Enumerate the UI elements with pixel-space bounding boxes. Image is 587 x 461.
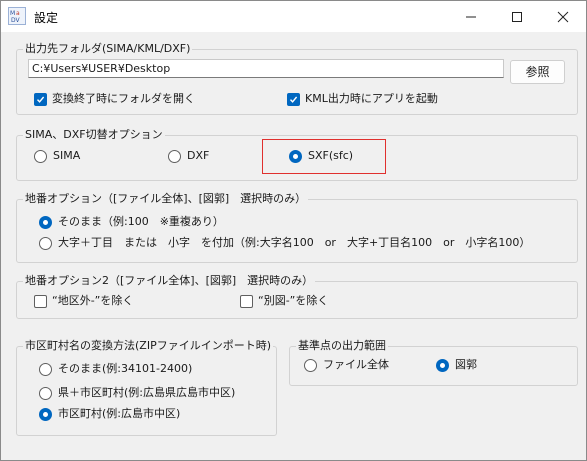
window-title: 設定 — [34, 11, 59, 25]
reference-whole-file-radio[interactable]: ファイル全体 — [304, 357, 389, 373]
lot-as-is-radio[interactable]: そのまま（例:100 ※重複あり） — [39, 214, 224, 230]
output-folder-group-label: 出力先フォルダ(SIMA/KML/DXF) — [23, 41, 193, 57]
checkbox-unchecked-icon — [34, 294, 47, 308]
lot-option-group-label: 地番オプション（[ファイル全体]、[図郭] 選択時のみ） — [23, 191, 309, 207]
dxf-radio[interactable]: DXF — [168, 148, 209, 164]
close-icon — [557, 11, 569, 23]
sima-radio-label: SIMA — [53, 149, 81, 162]
minimize-icon — [466, 16, 476, 18]
checkbox-unchecked-icon — [240, 294, 253, 308]
svg-text:M: M — [10, 10, 15, 17]
title-bar: M a DV 設定 — [1, 1, 586, 32]
output-path-input[interactable]: C:¥Users¥USER¥Desktop — [28, 59, 504, 78]
reference-whole-file-label: ファイル全体 — [323, 358, 389, 371]
settings-window: M a DV 設定 出力先フォルダ(SIMA/KML/DXF) C:¥Users… — [0, 0, 587, 461]
radio-unselected-icon — [304, 358, 317, 372]
lot-add-prefix-label: 大字＋丁目 または 小字 を付加（例:大字名100 or 大字+丁目名100 o… — [58, 236, 531, 249]
exclude-outside-district-label: “地区外-”を除く — [52, 294, 134, 307]
radio-unselected-icon — [34, 149, 47, 163]
radio-selected-icon — [436, 358, 449, 372]
kml-launch-app-checkbox[interactable]: KML出力時にアプリを起動 — [287, 91, 438, 107]
lot-as-is-label: そのまま（例:100 ※重複あり） — [58, 215, 224, 228]
radio-selected-icon — [39, 407, 52, 421]
svg-text:a: a — [16, 10, 20, 17]
radio-selected-icon — [39, 215, 52, 229]
lot-number-option-group: 地番オプション（[ファイル全体]、[図郭] 選択時のみ） — [16, 191, 578, 263]
exclude-separate-map-label: “別図-”を除く — [258, 294, 329, 307]
lot-add-prefix-radio[interactable]: 大字＋丁目 または 小字 を付加（例:大字名100 or 大字+丁目名100 o… — [39, 235, 530, 251]
maximize-icon — [512, 12, 522, 22]
radio-unselected-icon — [39, 362, 52, 376]
open-folder-label: 変換終了時にフォルダを開く — [52, 92, 195, 105]
reference-map-frame-label: 図郭 — [455, 358, 477, 371]
sxf-sfc-radio[interactable]: SXF(sfc) — [289, 148, 353, 164]
reference-map-frame-radio[interactable]: 図郭 — [436, 357, 477, 373]
lot-option2-group-label: 地番オプション2（[ファイル全体]、[図郭] 選択時のみ） — [23, 273, 316, 289]
municipality-as-is-radio[interactable]: そのまま(例:34101-2400) — [39, 361, 192, 377]
open-folder-checkbox[interactable]: 変換終了時にフォルダを開く — [34, 91, 195, 107]
sxf-sfc-radio-label: SXF(sfc) — [308, 149, 354, 162]
maximize-button[interactable] — [494, 1, 540, 32]
sima-dxf-group-label: SIMA、DXF切替オプション — [23, 127, 165, 143]
radio-selected-icon — [289, 149, 302, 163]
reference-point-group-label: 基準点の出力範囲 — [296, 338, 388, 354]
app-icon: M a DV — [8, 7, 26, 25]
municipality-pref-city-label: 県＋市区町村(例:広島県広島市中区) — [58, 386, 236, 399]
municipality-as-is-label: そのまま(例:34101-2400) — [58, 362, 193, 375]
radio-unselected-icon — [39, 386, 52, 400]
checkbox-checked-icon — [34, 92, 47, 106]
radio-unselected-icon — [168, 149, 181, 163]
municipality-pref-city-radio[interactable]: 県＋市区町村(例:広島県広島市中区) — [39, 385, 235, 401]
exclude-outside-district-checkbox[interactable]: “地区外-”を除く — [34, 293, 133, 309]
exclude-separate-map-checkbox[interactable]: “別図-”を除く — [240, 293, 328, 309]
svg-text:DV: DV — [11, 17, 21, 24]
sima-radio[interactable]: SIMA — [34, 148, 80, 164]
close-button[interactable] — [540, 1, 586, 32]
kml-launch-app-label: KML出力時にアプリを起動 — [305, 92, 438, 105]
municipality-city-radio[interactable]: 市区町村(例:広島市中区) — [39, 406, 180, 422]
radio-unselected-icon — [39, 236, 52, 250]
browse-button[interactable]: 参照 — [510, 60, 565, 84]
dxf-radio-label: DXF — [187, 149, 210, 162]
minimize-button[interactable] — [448, 1, 494, 32]
municipality-city-label: 市区町村(例:広島市中区) — [58, 407, 181, 420]
municipality-group-label: 市区町村名の変換方法(ZIPファイルインポート時) — [23, 338, 273, 354]
checkbox-checked-icon — [287, 92, 300, 106]
